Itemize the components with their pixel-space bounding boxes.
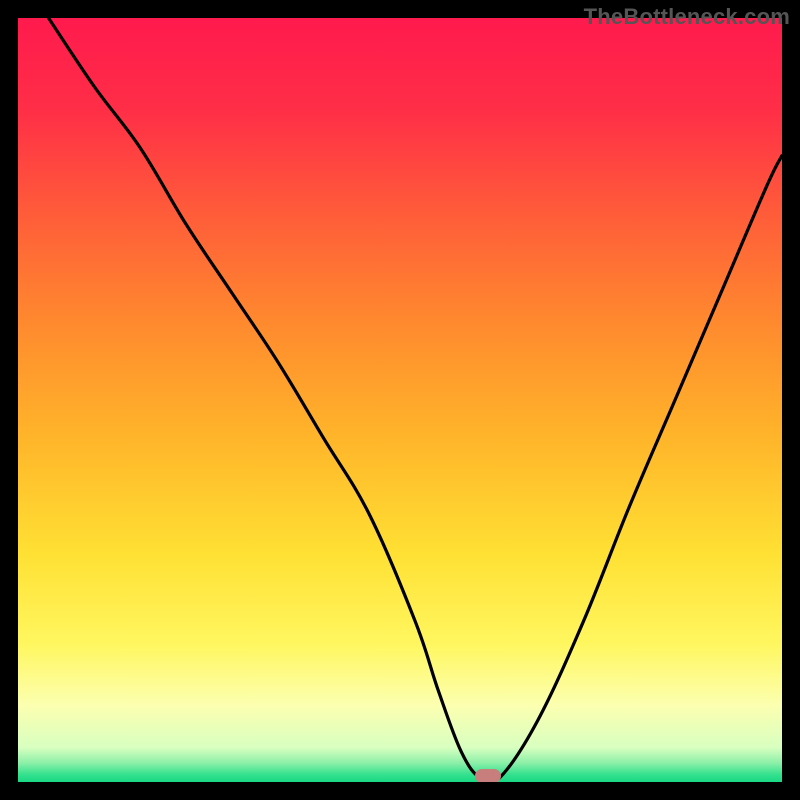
optimal-marker [475, 769, 501, 782]
watermark-text: TheBottleneck.com [584, 4, 790, 30]
plot-area [18, 18, 782, 782]
bottleneck-curve [18, 18, 782, 782]
chart-frame: TheBottleneck.com [0, 0, 800, 800]
